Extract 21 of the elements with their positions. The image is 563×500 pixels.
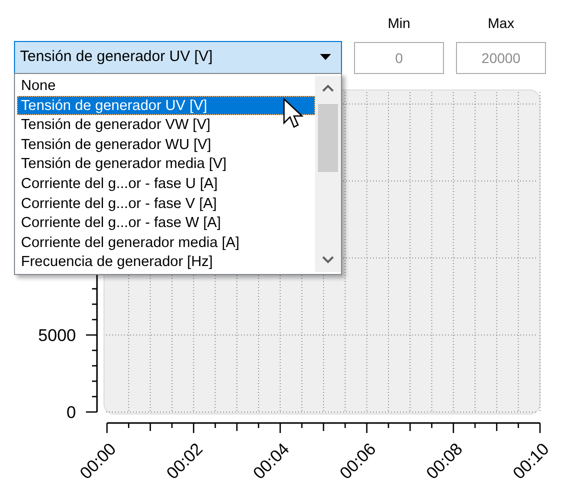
dropdown[interactable]: Tensión de generador UV [V] — [14, 41, 342, 74]
caret-icon — [320, 54, 331, 61]
min-label: Min — [388, 14, 410, 33]
max-label: Max — [488, 14, 514, 33]
mouse-pointer-icon — [283, 98, 305, 130]
dropdown-item[interactable]: Frecuencia de generador [Hz] — [17, 252, 315, 272]
dropdown-item[interactable]: Tensión de generador VW [V] — [17, 115, 315, 135]
y-tick-label: 0 — [66, 403, 76, 422]
scroll-thumb[interactable] — [318, 104, 338, 172]
dropdown-item[interactable]: Corriente del g...or - fase V [A] — [17, 194, 315, 214]
dropdown-item[interactable]: Corriente del g...or - fase U [A] — [17, 174, 315, 194]
scrollbar[interactable] — [315, 76, 341, 272]
scroll-down-icon[interactable] — [322, 256, 334, 264]
y-tick-label: 5000 — [38, 326, 76, 345]
dropdown-item[interactable]: Tensión de generador UV [V] — [17, 96, 315, 116]
dropdown-item[interactable]: Corriente del g...or - fase W [A] — [17, 213, 315, 233]
scroll-up-icon[interactable] — [322, 84, 334, 92]
dropdown-item[interactable]: Tensión de generador WU [V] — [17, 134, 315, 154]
dropdown-item[interactable]: Tensión de generador media [V] — [17, 154, 315, 174]
dropdown-item[interactable]: None — [17, 76, 315, 96]
dropdown-item[interactable]: Corriente del generador media [A] — [17, 232, 315, 252]
